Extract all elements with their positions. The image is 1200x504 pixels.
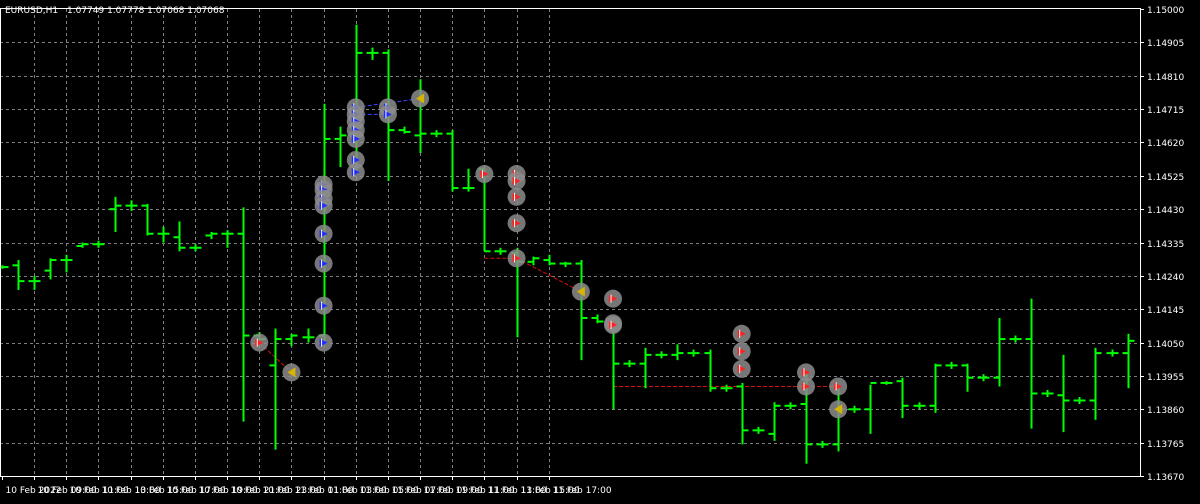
buy-trade-marker: [314, 224, 333, 243]
sell-trade-marker: [604, 316, 623, 335]
sell-trade-marker: [507, 172, 526, 191]
sell-trade-marker: [732, 342, 751, 361]
sell-trade-marker: [604, 289, 623, 308]
y-tick-label: 1.14335: [1147, 240, 1184, 250]
y-tick-label: 1.14620: [1147, 139, 1184, 149]
y-tick-label: 1.13860: [1147, 406, 1184, 416]
y-tick-label: 1.13670: [1147, 473, 1184, 483]
sell-trade-marker: [732, 359, 751, 378]
y-tick-label: 1.14050: [1147, 340, 1184, 350]
sell-trade-marker: [829, 377, 848, 396]
buy-trade-marker: [378, 105, 397, 124]
buy-trade-marker: [314, 254, 333, 273]
y-tick-label: 1.14810: [1147, 73, 1184, 83]
close-trade-marker: [411, 89, 430, 108]
symbol-label: EURUSD,H1: [5, 6, 58, 16]
y-tick-label: 1.14430: [1147, 206, 1184, 216]
sell-trade-marker: [507, 187, 526, 206]
sell-trade-marker: [250, 333, 269, 352]
y-tick-label: 1.14145: [1147, 306, 1184, 316]
y-tick-label: 1.15000: [1147, 6, 1184, 16]
chart-header: EURUSD,H1 1.07749 1.07778 1.07068 1.0706…: [5, 6, 225, 16]
close-trade-marker: [282, 363, 301, 382]
y-tick-label: 1.14240: [1147, 273, 1184, 283]
buy-trade-marker: [314, 196, 333, 215]
y-tick-label: 1.13955: [1147, 373, 1184, 383]
chart-window[interactable]: 1.15000 1.14905 1.14810 1.14715 1.14620 1.145…: [0, 0, 1200, 500]
ohlc-label: 1.07749 1.07778 1.07068 1.07068: [67, 6, 225, 16]
buy-trade-marker: [346, 129, 365, 148]
close-trade-marker: [571, 282, 590, 301]
y-tick-label: 1.13765: [1147, 440, 1184, 450]
y-tick-label: 1.14525: [1147, 173, 1184, 183]
buy-trade-marker: [346, 163, 365, 182]
sell-trade-marker: [507, 214, 526, 233]
sell-trade-marker: [507, 249, 526, 268]
buy-trade-marker: [314, 333, 333, 352]
y-tick-label: 1.14715: [1147, 106, 1184, 116]
buy-trade-marker: [314, 296, 333, 315]
close-trade-marker: [829, 400, 848, 419]
sell-trade-marker: [475, 165, 494, 184]
price-chart[interactable]: 1.15000 1.14905 1.14810 1.14715 1.14620 1.145…: [0, 0, 1200, 500]
sell-trade-marker: [732, 324, 751, 343]
x-tick-label: 11 Feb 17:00: [553, 486, 612, 496]
sell-trade-marker: [797, 377, 815, 396]
y-tick-label: 1.14905: [1147, 39, 1184, 49]
